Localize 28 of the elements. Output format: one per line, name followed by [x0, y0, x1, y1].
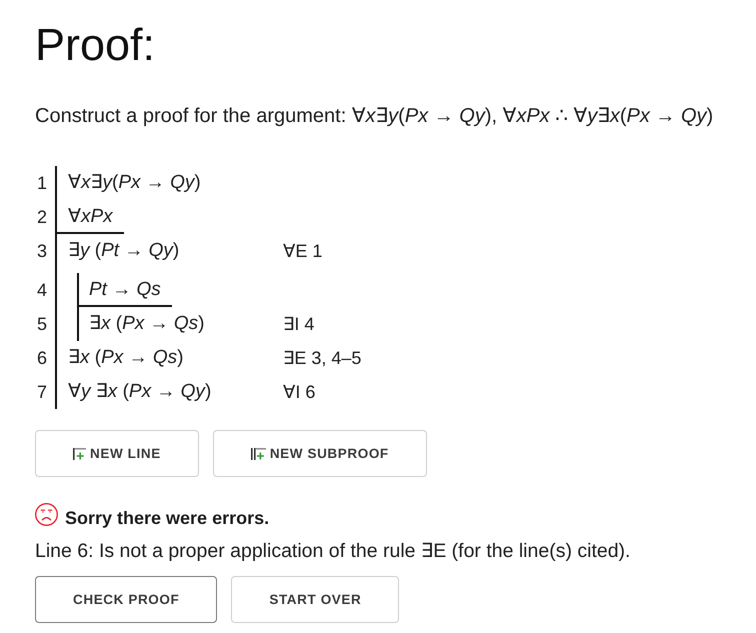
proof-formula: ∃x (Px → Qs) — [89, 312, 204, 336]
error-heading: Sorry there were errors. — [65, 507, 270, 530]
start-over-button[interactable]: START OVER — [231, 576, 400, 623]
page-title: Proof: — [35, 18, 156, 72]
line-number: 4 — [36, 279, 48, 302]
proof-formula: ∀xPx — [68, 205, 113, 229]
proof-formula: Pt → Qs — [89, 278, 161, 302]
justification-text: ∀E 1 — [283, 240, 322, 263]
justification-text: ∃I 4 — [283, 313, 314, 336]
line-number: 5 — [36, 313, 48, 336]
new-subproof-icon — [250, 447, 266, 460]
new-line-button[interactable]: NEW LINE — [35, 430, 199, 477]
proof-formula: ∃x (Px → Qs) — [68, 346, 184, 370]
instruction-text: Construct a proof for the argument: ∀x∃y(Px → Qy), ∀xPx ∴ ∀y∃x(Px → Qy) — [35, 104, 714, 129]
line-number: 2 — [36, 206, 48, 229]
line-number: 7 — [36, 381, 48, 404]
justification-text: ∃E 3, 4–5 — [283, 347, 362, 370]
line-number: 3 — [36, 240, 48, 263]
justification-text: ∀I 6 — [283, 381, 316, 404]
new-subproof-button[interactable]: NEW SUBPROOF — [212, 430, 427, 477]
line-number: 1 — [36, 172, 48, 195]
new-line-icon — [73, 447, 86, 460]
proof-formula: ∀y ∃x (Px → Qy) — [68, 380, 212, 404]
check-proof-button[interactable]: CHECK PROOF — [35, 576, 218, 623]
proof-formula: ∀x∃y(Px → Qy) — [68, 171, 201, 195]
error-message: Line 6: Is not a proper application of the rule ∃E (for the line(s) cited). — [35, 539, 630, 564]
line-number: 6 — [36, 347, 48, 370]
proof-formula: ∃y (Pt → Qy) — [68, 239, 180, 263]
